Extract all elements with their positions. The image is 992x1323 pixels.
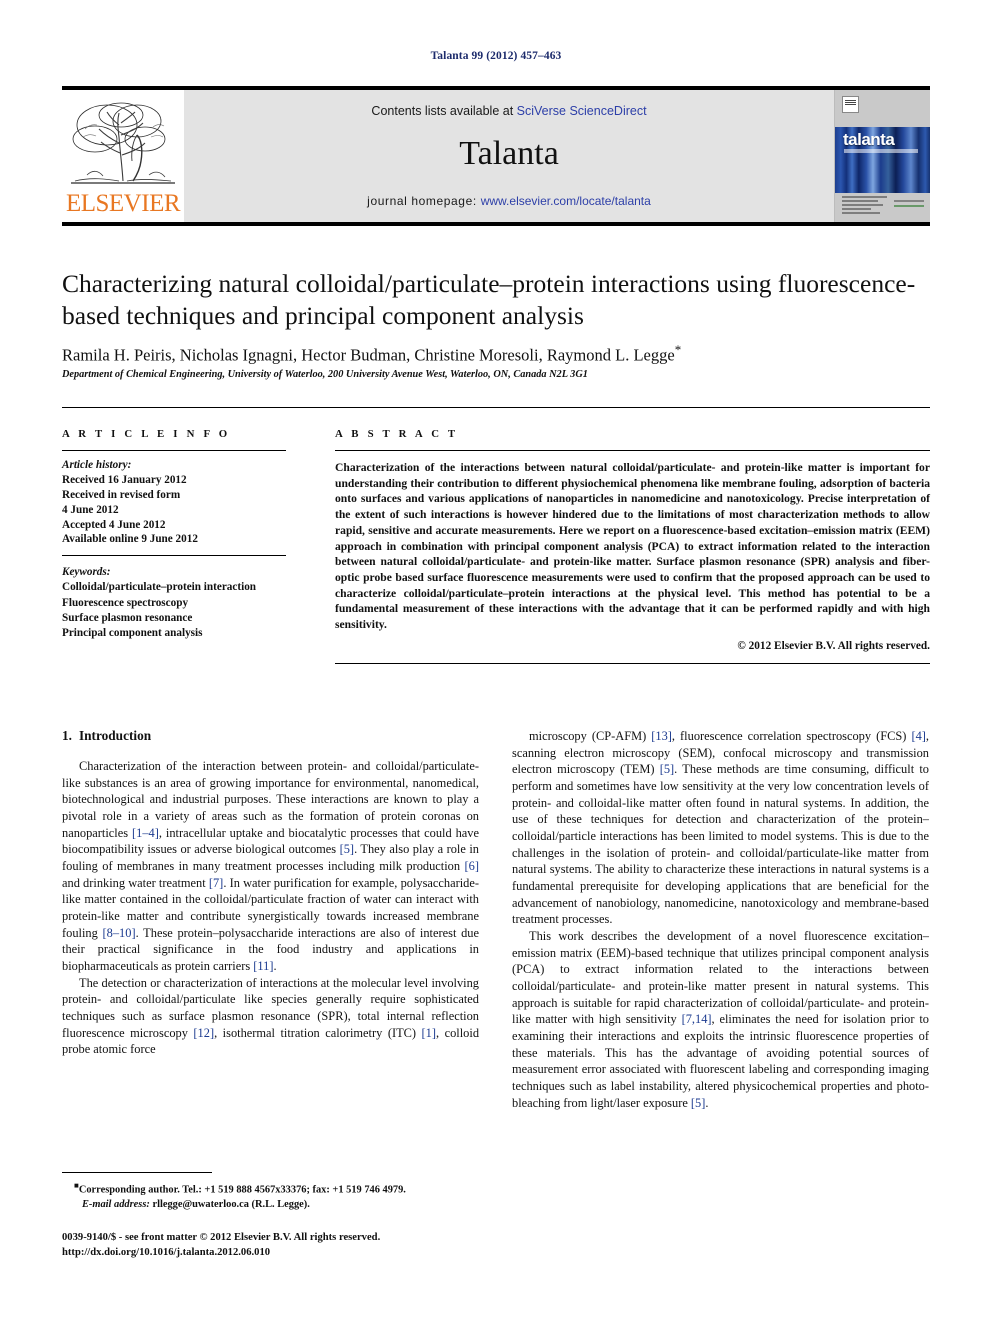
masthead-center: Contents lists available at SciVerse Sci… — [184, 90, 834, 222]
paragraph-text: . — [273, 959, 277, 974]
keyword-item: Colloidal/particulate–protein interactio… — [62, 581, 257, 594]
paragraph-text: microscopy (CP-AFM) — [529, 729, 652, 743]
paragraph-text: . These methods are time consuming, diff… — [512, 762, 929, 927]
running-head: Talanta 99 (2012) 457–463 — [430, 50, 562, 62]
keyword-item: Fluorescence spectroscopy — [62, 596, 189, 609]
citation-link[interactable]: [1–4] — [132, 826, 159, 840]
contents-prefix: Contents lists available at — [371, 104, 517, 118]
paragraph-text: , fluorescence correlation spectroscopy … — [671, 729, 912, 743]
journal-homepage-link[interactable]: www.elsevier.com/locate/talanta — [481, 194, 651, 208]
paragraph: microscopy (CP-AFM) [13], fluorescence c… — [512, 728, 929, 928]
abstract-text: Characterization of the interactions bet… — [335, 461, 930, 632]
keywords-block: Keywords: Colloidal/particulate–protein … — [62, 556, 310, 641]
abstract-heading: A B S T R A C T — [335, 428, 459, 440]
citation-link[interactable]: [7] — [209, 876, 223, 890]
keyword-item: Surface plasmon resonance — [62, 611, 193, 624]
history-item: Accepted 4 June 2012 — [62, 518, 166, 531]
sciencedirect-link[interactable]: SciVerse ScienceDirect — [517, 104, 647, 118]
journal-title: Talanta — [459, 135, 559, 172]
history-item: 4 June 2012 — [62, 503, 119, 516]
article-info-abstract-band: A R T I C L E I N F O Article history: R… — [62, 407, 930, 675]
journal-masthead: ELSEVIER Contents lists available at Sci… — [62, 86, 930, 226]
citation-link[interactable]: [8–10] — [103, 926, 136, 940]
corresponding-author-note: ■Corresponding author. Tel.: +1 519 888 … — [62, 1180, 482, 1198]
citation-link[interactable]: [4] — [911, 729, 925, 743]
citation-link[interactable]: [11] — [253, 959, 273, 973]
journal-cover-thumbnail: talanta — [834, 90, 930, 222]
citation-link[interactable]: [5] — [660, 762, 674, 776]
cover-barcode-icon — [842, 96, 859, 113]
journal-homepage-line: journal homepage: www.elsevier.com/locat… — [367, 194, 651, 208]
email-value[interactable]: rllegge@uwaterloo.ca (R.L. Legge). — [152, 1199, 309, 1210]
body-column-left: 1. Introduction Characterization of the i… — [62, 728, 479, 1058]
paragraph: Characterization of the interaction betw… — [62, 758, 479, 975]
paragraph-text: and drinking water treatment — [62, 875, 209, 890]
elsevier-logo: ELSEVIER — [62, 90, 184, 222]
citation-link[interactable]: [5] — [340, 842, 354, 856]
imprint-block: 0039-9140/$ - see front matter © 2012 El… — [62, 1230, 522, 1261]
section-title: Introduction — [78, 728, 152, 743]
keywords-label: Keywords: — [62, 566, 111, 579]
history-item: Received 16 January 2012 — [62, 473, 187, 486]
section-number: 1. — [62, 728, 72, 743]
email-note: E-mail address: rllegge@uwaterloo.ca (R.… — [62, 1198, 482, 1212]
doi-line[interactable]: http://dx.doi.org/10.1016/j.talanta.2012… — [62, 1245, 522, 1260]
paragraph: The detection or characterization of int… — [62, 975, 479, 1058]
cover-subtitle-bar — [844, 148, 918, 153]
email-label: E-mail address: — [82, 1198, 150, 1210]
paragraph-text: . — [705, 1095, 709, 1110]
citation-link[interactable]: [6] — [465, 859, 479, 873]
abstract-column: A B S T R A C T Characterization of the … — [335, 428, 930, 652]
article-page: Talanta 99 (2012) 457–463 ELSEVIER Conte… — [0, 0, 992, 1323]
history-item: Available online 9 June 2012 — [62, 533, 198, 546]
issn-copyright-line: 0039-9140/$ - see front matter © 2012 El… — [62, 1232, 381, 1243]
citation-link[interactable]: [5] — [691, 1096, 705, 1110]
elsevier-wordmark: ELSEVIER — [65, 190, 181, 217]
keyword-item: Principal component analysis — [62, 626, 203, 639]
cover-footer-logo-lines — [894, 200, 924, 210]
author-list: Ramila H. Peiris, Nicholas Ignagni, Hect… — [62, 342, 922, 366]
history-item: Received in revised form — [62, 488, 181, 501]
body-column-right: microscopy (CP-AFM) [13], fluorescence c… — [512, 728, 929, 1111]
citation-link[interactable]: [7,14] — [682, 1012, 712, 1026]
abstract-bottom-rule — [335, 663, 930, 664]
article-history-label: Article history: — [62, 459, 132, 471]
citation-link[interactable]: [13] — [651, 729, 672, 743]
citation-link[interactable]: [12] — [193, 1026, 214, 1040]
page-title: Characterizing natural colloidal/particu… — [62, 269, 916, 331]
article-history: Article history: Received 16 January 201… — [62, 451, 310, 547]
paragraph-text: , eliminates the need for isolation prio… — [512, 1012, 929, 1110]
abstract-copyright: © 2012 Elsevier B.V. All rights reserved… — [737, 639, 930, 652]
homepage-prefix: journal homepage: — [367, 194, 481, 208]
contents-list-line: Contents lists available at SciVerse Sci… — [371, 104, 646, 118]
footnote-rule — [62, 1172, 212, 1173]
corresponding-author-text: Corresponding author. Tel.: +1 519 888 4… — [78, 1184, 406, 1196]
cover-footer-text-lines — [842, 196, 887, 216]
citation-link[interactable]: [1] — [422, 1026, 436, 1040]
article-info-heading: A R T I C L E I N F O — [62, 428, 231, 440]
elsevier-tree-icon — [67, 95, 179, 191]
affiliation: Department of Chemical Engineering, Univ… — [62, 369, 588, 380]
author-names: Ramila H. Peiris, Nicholas Ignagni, Hect… — [62, 345, 675, 365]
footnote-block: ■Corresponding author. Tel.: +1 519 888 … — [62, 1180, 482, 1212]
article-info-column: A R T I C L E I N F O Article history: R… — [62, 428, 310, 641]
cover-journal-title: talanta — [843, 129, 895, 149]
paragraph-text: , isothermal titration calorimetry (ITC) — [214, 1025, 422, 1040]
paragraph: This work describes the development of a… — [512, 928, 929, 1111]
corresponding-author-marker: * — [674, 342, 682, 357]
section-heading-introduction: 1. Introduction — [62, 728, 479, 744]
